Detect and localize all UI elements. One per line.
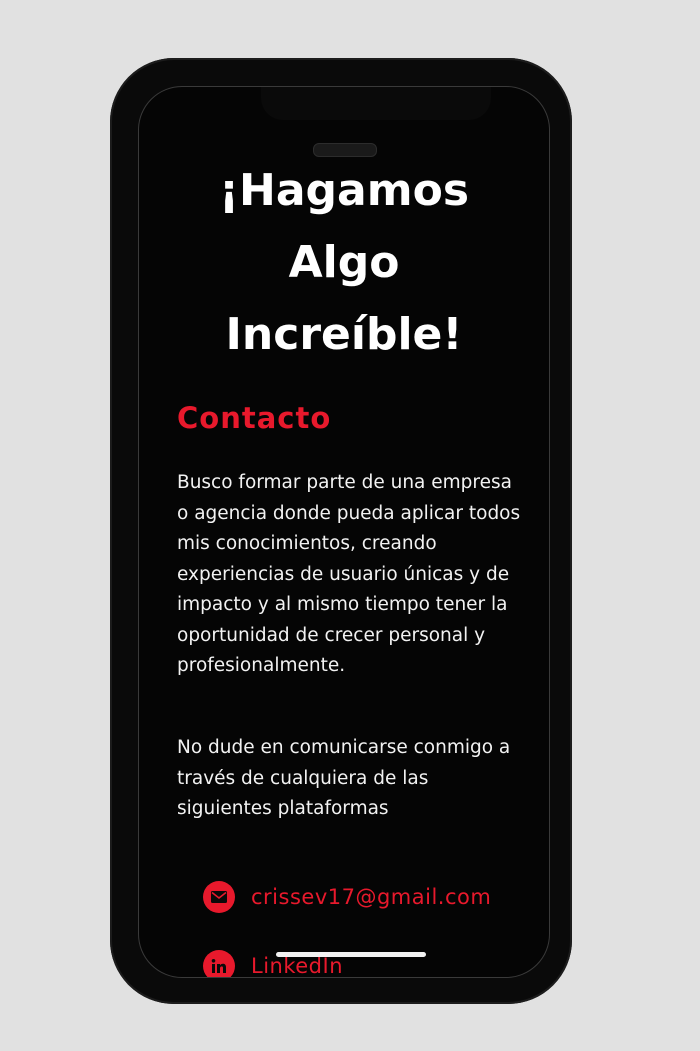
headline-line-2: Algo (288, 237, 400, 288)
phone-speaker (313, 143, 377, 157)
contact-description: Busco formar parte de una empresa o agen… (177, 472, 521, 676)
phone-screen: ¡Hagamos Algo Increíble! Contacto Busco … (138, 86, 550, 978)
headline-line-1: ¡Hagamos (218, 165, 470, 216)
email-icon (203, 881, 235, 913)
email-label: crissev17@gmail.com (251, 885, 492, 909)
phone-frame: ¡Hagamos Algo Increíble! Contacto Busco … (110, 58, 572, 1004)
home-indicator[interactable] (276, 952, 426, 957)
phone-notch (261, 87, 491, 120)
linkedin-label: LinkedIn (251, 954, 344, 978)
linkedin-icon (203, 950, 235, 977)
headline-line-3: Increíble! (225, 309, 463, 360)
contact-title: Contacto (177, 401, 332, 435)
page-headline: ¡Hagamos Algo Increíble! (179, 155, 509, 371)
contact-invitation: No dude en comunicarse conmigo a través … (177, 737, 511, 819)
email-link[interactable]: crissev17@gmail.com (203, 881, 491, 913)
